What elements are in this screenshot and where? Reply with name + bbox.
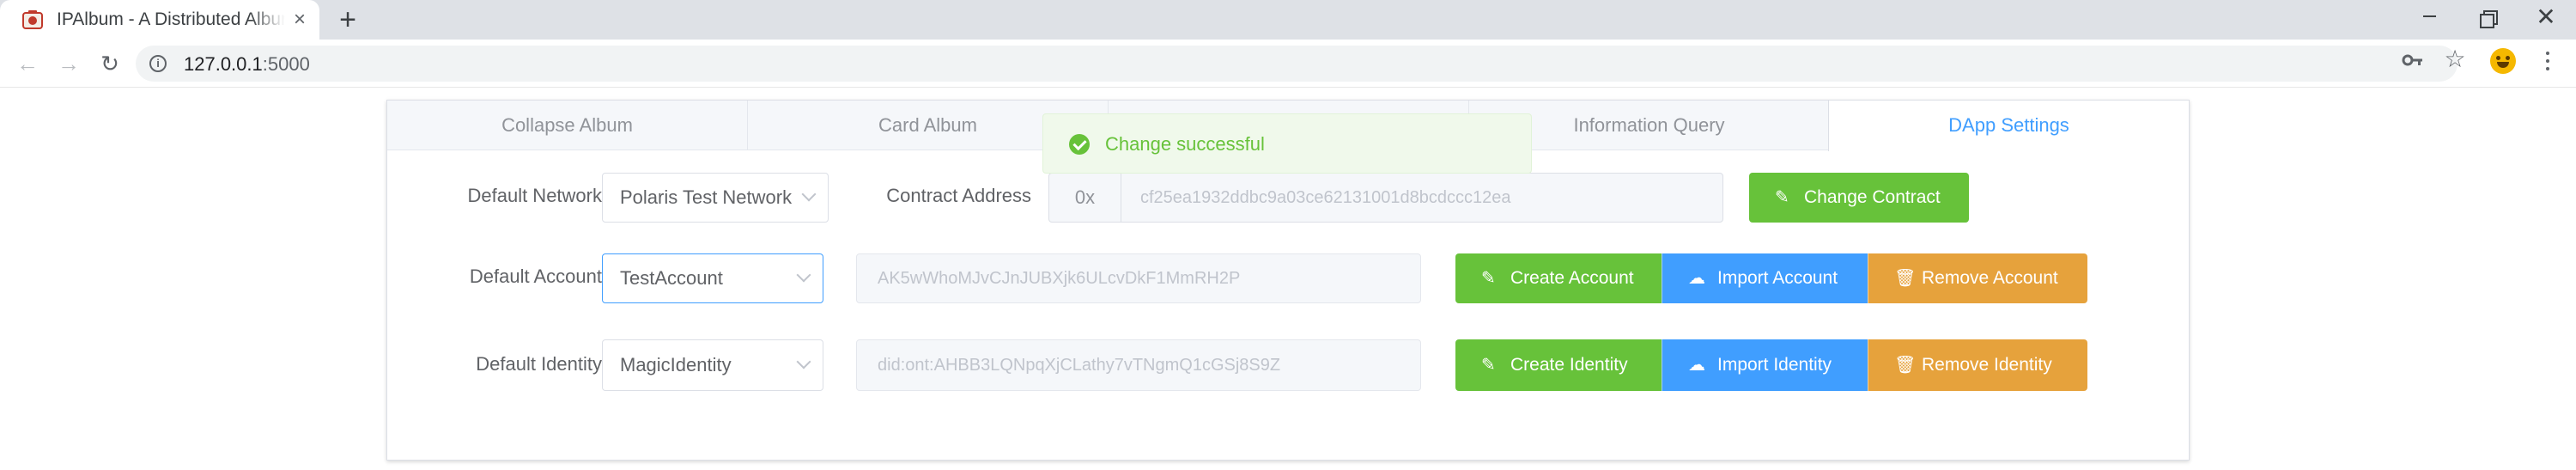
network-select[interactable]: Polaris Test Network bbox=[602, 173, 829, 223]
browser-tabstrip: IPAlbum - A Distributed Album × + ✕ bbox=[0, 0, 2576, 40]
remove-account-label: Remove Account bbox=[1922, 268, 2058, 288]
identity-select[interactable]: MagicIdentity bbox=[602, 339, 823, 391]
tab-close-icon[interactable]: × bbox=[289, 8, 311, 32]
browser-toolbar: ← → ↻ i 127.0.0.1:5000 bbox=[0, 40, 2576, 88]
tab-collapse-album[interactable]: Collapse Album bbox=[387, 101, 748, 150]
remove-account-button[interactable]: 🗑 Remove Account bbox=[1868, 253, 2087, 303]
network-select-value: Polaris Test Network bbox=[620, 186, 793, 208]
default-account-label: Default Account bbox=[469, 266, 602, 287]
browser-menu-icon[interactable] bbox=[2535, 48, 2561, 74]
forward-arrow-icon[interactable]: → bbox=[53, 48, 84, 79]
create-account-label: Create Account bbox=[1510, 268, 1634, 288]
browser-tab[interactable]: IPAlbum - A Distributed Album × bbox=[0, 0, 319, 40]
default-network-label: Default Network bbox=[467, 185, 602, 206]
cloud-upload-icon: ☁ bbox=[1688, 269, 1705, 288]
create-identity-label: Create Identity bbox=[1510, 355, 1628, 375]
account-select[interactable]: TestAccount bbox=[602, 253, 823, 303]
bookmark-star-icon[interactable]: ☆ bbox=[2442, 46, 2468, 72]
import-account-button[interactable]: ☁ Import Account bbox=[1662, 253, 1868, 303]
identity-did-input: did:ont:AHBB3LQNpqXjCLathy7vTNgmQ1cGSj8S… bbox=[856, 339, 1421, 391]
url-text: 127.0.0.1:5000 bbox=[184, 53, 310, 76]
trash-icon: 🗑 bbox=[1894, 269, 1917, 288]
success-toast: Change successful bbox=[1042, 113, 1532, 174]
album-favicon-icon bbox=[22, 10, 43, 29]
cloud-upload-icon: ☁ bbox=[1688, 356, 1705, 375]
import-identity-label: Import Identity bbox=[1717, 355, 1832, 375]
close-window-button[interactable]: ✕ bbox=[2516, 0, 2576, 34]
contract-address-value[interactable]: cf25ea1932ddbc9a03ce62131001d8bcdccc12ea bbox=[1140, 174, 1707, 222]
address-bar[interactable]: i 127.0.0.1:5000 bbox=[136, 46, 2458, 82]
site-info-icon[interactable]: i bbox=[149, 55, 167, 72]
account-select-value: TestAccount bbox=[620, 267, 723, 289]
change-contract-button[interactable]: ✎ Change Contract bbox=[1749, 173, 1969, 223]
contract-address-prefix: 0x bbox=[1049, 174, 1121, 222]
restore-window-button[interactable] bbox=[2458, 0, 2518, 34]
reload-icon[interactable]: ↻ bbox=[94, 48, 125, 79]
edit-icon: ✎ bbox=[1481, 356, 1496, 375]
import-account-label: Import Account bbox=[1717, 268, 1838, 288]
tab-dapp-settings[interactable]: DApp Settings bbox=[1828, 101, 2189, 151]
minimize-window-button[interactable] bbox=[2399, 0, 2459, 34]
import-identity-button[interactable]: ☁ Import Identity bbox=[1662, 339, 1868, 391]
identity-select-value: MagicIdentity bbox=[620, 354, 732, 375]
new-tab-button[interactable]: + bbox=[335, 3, 361, 36]
url-host: 127.0.0.1 bbox=[184, 53, 263, 75]
tab-title: IPAlbum - A Distributed Album bbox=[57, 9, 285, 32]
contract-address-field[interactable]: 0x cf25ea1932ddbc9a03ce62131001d8bcdccc1… bbox=[1048, 173, 1723, 223]
change-contract-label: Change Contract bbox=[1804, 187, 1941, 207]
trash-icon: 🗑 bbox=[1894, 356, 1917, 375]
create-account-button[interactable]: ✎ Create Account bbox=[1455, 253, 1662, 303]
chevron-down-icon bbox=[796, 267, 811, 283]
profile-avatar-icon[interactable] bbox=[2490, 48, 2516, 74]
chevron-down-icon bbox=[796, 354, 811, 369]
contract-address-label: Contract Address bbox=[886, 185, 1031, 206]
remove-identity-button[interactable]: 🗑 Remove Identity bbox=[1868, 339, 2087, 391]
edit-icon: ✎ bbox=[1775, 188, 1789, 207]
check-circle-icon bbox=[1069, 134, 1090, 155]
url-port: :5000 bbox=[262, 53, 310, 75]
remove-identity-label: Remove Identity bbox=[1922, 355, 2052, 375]
back-arrow-icon[interactable]: ← bbox=[12, 48, 43, 79]
key-icon[interactable] bbox=[2401, 48, 2425, 72]
toast-message: Change successful bbox=[1105, 133, 1265, 155]
chevron-down-icon bbox=[801, 186, 817, 202]
default-identity-label: Default Identity bbox=[476, 353, 602, 375]
account-address-input: AK5wWhoMJvCJnJUBXjk6ULcvDkF1MmRH2P bbox=[856, 253, 1421, 303]
create-identity-button[interactable]: ✎ Create Identity bbox=[1455, 339, 1662, 391]
edit-icon: ✎ bbox=[1481, 269, 1496, 288]
